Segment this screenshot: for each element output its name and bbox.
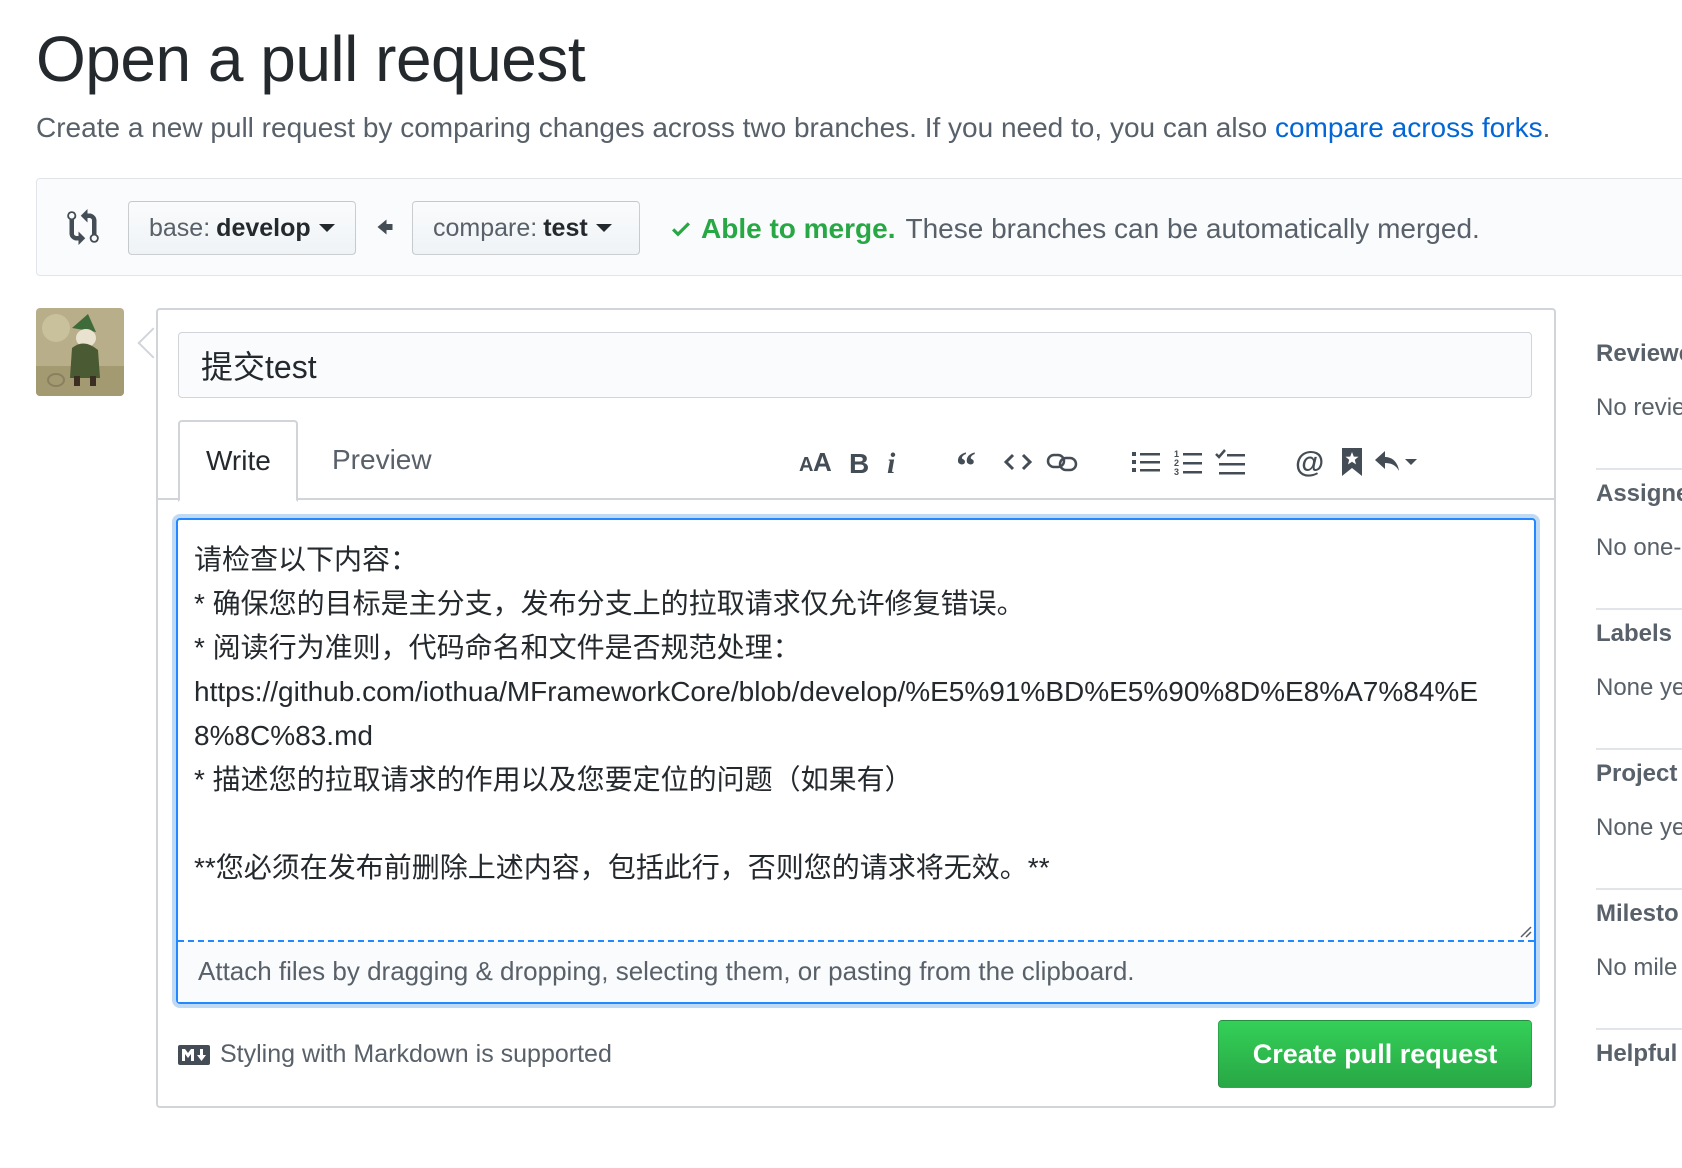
page-subtitle: Create a new pull request by comparing c… xyxy=(36,112,1550,144)
link-icon[interactable] xyxy=(1042,442,1082,482)
sidebar-heading: Project xyxy=(1596,760,1678,787)
chevron-down-icon xyxy=(318,224,335,232)
merge-status: Able to merge. These branches can be aut… xyxy=(669,213,1480,245)
svg-text:A: A xyxy=(799,454,813,475)
svg-text:@: @ xyxy=(1295,447,1324,477)
sidebar-value: None ye xyxy=(1596,814,1682,841)
markdown-icon xyxy=(178,1044,210,1065)
sidebar-heading: Assigne xyxy=(1596,480,1682,507)
code-icon[interactable] xyxy=(998,442,1038,482)
italic-icon[interactable]: i xyxy=(872,442,912,482)
base-branch-select[interactable]: base: develop xyxy=(128,201,356,255)
base-label: base: xyxy=(149,213,211,242)
sidebar-heading: Milesto xyxy=(1596,900,1679,927)
git-compare-icon xyxy=(67,209,99,245)
markdown-hint: Styling with Markdown is supported xyxy=(178,1040,612,1069)
sidebar-heading: Helpful xyxy=(1596,1040,1678,1067)
sidebar-value: No revie xyxy=(1596,394,1682,421)
saved-reply-icon[interactable] xyxy=(1332,442,1372,482)
sidebar-projects[interactable]: Project None ye xyxy=(1596,738,1682,890)
bulleted-list-icon[interactable] xyxy=(1126,442,1166,482)
check-icon xyxy=(672,222,690,237)
create-pull-request-button[interactable]: Create pull request xyxy=(1218,1020,1532,1088)
compare-label: compare: xyxy=(433,213,538,242)
pr-body-textarea[interactable]: 请检查以下内容： * 确保您的目标是主分支，发布分支上的拉取请求仅允许修复错误。… xyxy=(178,520,1534,940)
sidebar-milestone[interactable]: Milesto No mile xyxy=(1596,878,1682,1030)
svg-text:i: i xyxy=(887,448,896,476)
chevron-down-icon xyxy=(595,224,612,232)
page-title: Open a pull request xyxy=(36,23,586,95)
compare-branch-name: test xyxy=(543,213,588,242)
sidebar-value: No mile xyxy=(1596,954,1678,981)
sidebar-value: None ye xyxy=(1596,674,1682,701)
merge-ok: Able to merge. xyxy=(669,213,895,245)
user-avatar-image xyxy=(36,308,124,396)
header-text-icon[interactable]: AA xyxy=(796,442,836,482)
svg-text:A: A xyxy=(813,449,832,475)
sidebar-heading: Reviewe xyxy=(1596,340,1682,367)
quote-icon[interactable]: “ xyxy=(950,442,990,482)
svg-text:“: “ xyxy=(956,449,976,475)
subtitle-end: . xyxy=(1542,112,1551,143)
sidebar-heading: Labels xyxy=(1596,620,1673,647)
reply-icon[interactable] xyxy=(1372,442,1420,482)
sidebar-value: No one- xyxy=(1596,534,1682,561)
pr-body-editor[interactable]: 请检查以下内容： * 确保您的目标是主分支，发布分支上的拉取请求仅允许修复错误。… xyxy=(176,518,1536,1004)
markdown-hint-text: Styling with Markdown is supported xyxy=(220,1040,612,1068)
avatar[interactable] xyxy=(36,308,124,396)
mention-icon[interactable]: @ xyxy=(1290,442,1330,482)
svg-text:3: 3 xyxy=(1174,467,1179,476)
resize-handle-icon[interactable] xyxy=(1518,924,1532,938)
subtitle-text: Create a new pull request by comparing c… xyxy=(36,112,1275,143)
sidebar-assignees[interactable]: Assigne No one- xyxy=(1596,458,1682,610)
tab-preview[interactable]: Preview xyxy=(306,420,458,500)
branch-range-bar: base: develop compare: test Able to merg… xyxy=(36,178,1682,276)
numbered-list-icon[interactable]: 123 xyxy=(1168,442,1208,482)
compare-across-forks-link[interactable]: compare across forks xyxy=(1275,112,1543,143)
attach-files-dropzone[interactable]: Attach files by dragging & dropping, sel… xyxy=(178,940,1534,1002)
merge-status-text: These branches can be automatically merg… xyxy=(905,213,1480,244)
arrow-left-icon xyxy=(377,219,393,235)
base-branch-name: develop xyxy=(216,213,311,242)
pull-request-composer: Write Preview AA B i “ 123 @ xyxy=(156,308,1556,1108)
compare-branch-select[interactable]: compare: test xyxy=(412,201,640,255)
merge-ok-text: Able to merge. xyxy=(701,213,896,244)
svg-text:B: B xyxy=(849,448,869,476)
sidebar-reviewers[interactable]: Reviewe No revie xyxy=(1596,318,1682,470)
tab-write[interactable]: Write xyxy=(178,420,298,502)
sidebar-labels[interactable]: Labels None ye xyxy=(1596,598,1682,750)
pr-title-input[interactable] xyxy=(178,332,1532,398)
sidebar-helpful-resources: Helpful xyxy=(1596,1018,1682,1168)
task-list-icon[interactable] xyxy=(1210,442,1250,482)
